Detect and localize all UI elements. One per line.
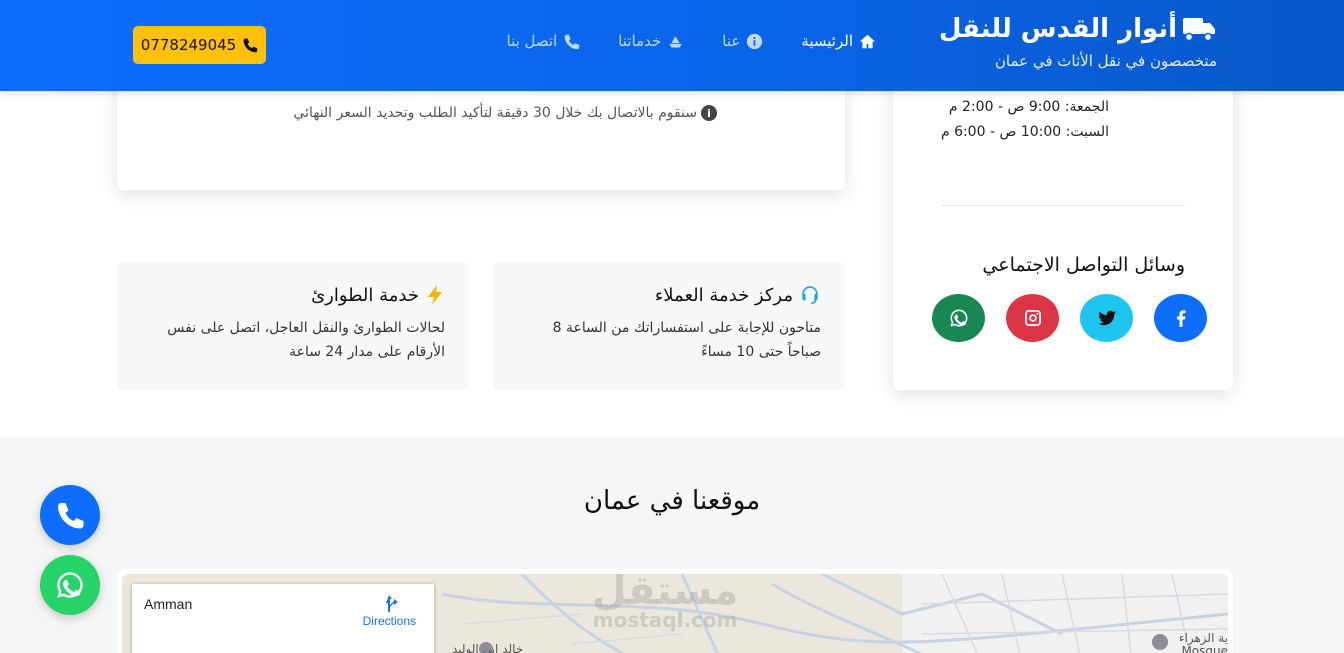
nav-about[interactable]: عنا [722,32,763,50]
contact-sidebar: الجمعة: 9:00 ص - 2:00 م السبت: 10:00 ص -… [893,60,1233,390]
working-hours: الجمعة: 9:00 ص - 2:00 م السبت: 10:00 ص -… [939,95,1109,145]
call-now-button[interactable]: 0778249045 [133,26,266,64]
whatsapp-icon [57,572,83,598]
social-links [932,294,1207,342]
watermark: مستقل mostaql.com [592,574,738,632]
main-nav: الرئيسية عنا خدماتنا اتصل بنا [507,32,877,50]
instagram-icon [1024,310,1041,326]
info-icon: i [701,105,717,121]
map-info-card: Amman Directions [132,584,434,653]
brand-subtitle: متخصصون في نقل الأثاث في عمان [994,52,1217,70]
map-label-mosque-en: Mosque [1181,644,1228,653]
nav-home[interactable]: الرئيسية [801,32,876,50]
floating-call-button[interactable] [40,485,100,545]
feature-title-text: خدمة الطوارئ [311,284,419,306]
form-note: i سنقوم بالاتصال بك خلال 30 دقيقة لتأكيد… [293,105,717,121]
nav-services[interactable]: خدماتنا [618,32,684,50]
hours-saturday: السبت: 10:00 ص - 6:00 م [940,124,1109,140]
brand-title: أنوار القدس للنقل [917,14,1217,44]
location-title: موقعنا في عمان [583,486,761,516]
whatsapp-icon [950,309,967,327]
directions-button[interactable]: Directions [363,594,416,628]
phone-icon [564,34,580,49]
twitter-icon [1097,310,1116,326]
map-label-mosque: ية الزهراء Mosque [1179,632,1228,653]
site-header: أنوار القدس للنقل متخصصون في نقل الأثاث … [0,0,1344,91]
twitter-link[interactable] [1080,294,1133,342]
watermark-en: mostaql.com [592,608,738,632]
info-icon [747,33,763,49]
brand[interactable]: أنوار القدس للنقل متخصصون في نقل الأثاث … [917,14,1217,70]
directions-icon [386,595,399,612]
nav-about-label: عنا [722,32,741,50]
nav-contact[interactable]: اتصل بنا [507,32,581,50]
map-label-street: خالد ابن الوليد [452,642,524,653]
call-now-number: 0778249045 [140,36,237,54]
feature-card-support: مركز خدمة العملاء متاحون للإجابة على است… [493,262,845,390]
feature-title: مركز خدمة العملاء [517,284,821,306]
brand-title-text: أنوار القدس للنقل [938,14,1177,44]
lightning-icon [428,285,442,305]
hours-friday: الجمعة: 9:00 ص - 2:00 م [948,99,1109,115]
phone-icon [243,38,258,53]
phone-icon [58,503,84,529]
instagram-link[interactable] [1006,294,1059,342]
services-icon [669,35,682,47]
headset-icon [802,286,818,305]
divider [941,205,1185,206]
form-note-text: سنقوم بالاتصال بك خلال 30 دقيقة لتأكيد ا… [293,105,697,121]
nav-contact-label: اتصل بنا [506,32,558,50]
feature-card-emergency: خدمة الطوارئ لحالات الطوارئ والنقل العاج… [117,262,469,390]
nav-home-label: الرئيسية [801,32,853,50]
feature-text: متاحون للإجابة على استفساراتك من الساعة … [552,320,821,360]
feature-text: لحالات الطوارئ والنقل العاجل، اتصل على ن… [167,320,445,360]
truck-icon [1183,18,1215,42]
map-place-name: Amman [144,596,193,612]
social-title: وسائل التواصل الاجتماعي [982,254,1185,276]
nav-services-label: خدماتنا [618,32,662,50]
home-icon [859,34,876,48]
facebook-link[interactable] [1154,294,1207,342]
whatsapp-link[interactable] [932,294,985,342]
map-embed[interactable]: مستقل mostaql.com ية الزهراء Mosque خالد… [122,574,1228,653]
facebook-icon [1176,310,1186,327]
feature-title: خدمة الطوارئ [141,284,445,306]
location-section: موقعنا في عمان مستقل mostaql.com ية الزه… [0,438,1344,653]
floating-whatsapp-button[interactable] [40,555,100,615]
feature-title-text: مركز خدمة العملاء [654,284,793,306]
map-frame: مستقل mostaql.com ية الزهراء Mosque خالد… [117,569,1233,653]
directions-label: Directions [362,614,416,628]
